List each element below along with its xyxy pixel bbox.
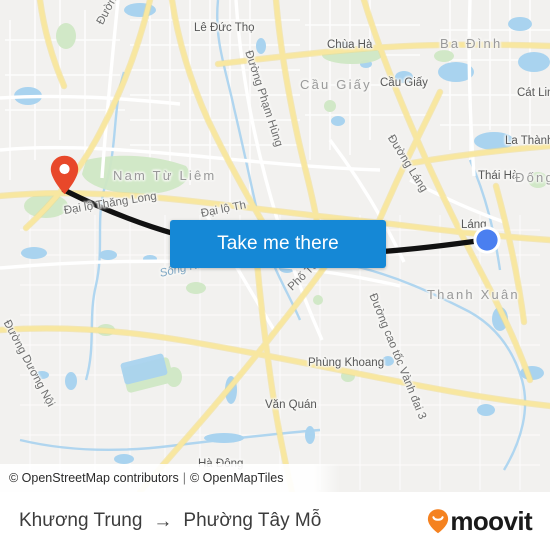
moovit-logo[interactable]: moovit [427, 506, 533, 536]
circle-dot-icon [473, 226, 501, 254]
attribution-openstreetmap[interactable]: © OpenStreetMap contributors [9, 471, 179, 485]
map-canvas[interactable]: .w { fill:none; stroke:#ffffff; } .y { f… [0, 0, 550, 492]
route-summary: Khương Trung → Phường Tây Mỗ [19, 510, 321, 532]
arrow-right-icon: → [153, 510, 173, 532]
map-screenshot: .w { fill:none; stroke:#ffffff; } .y { f… [0, 0, 550, 550]
map-pin-icon [50, 155, 79, 195]
footer-bar: Khương Trung → Phường Tây Mỗ moovit [0, 492, 550, 550]
destination-marker-dot[interactable] [472, 225, 502, 255]
origin-marker-pin[interactable] [50, 155, 79, 195]
attribution-openmaptiles[interactable]: © OpenMapTiles [190, 471, 284, 485]
take-me-there-button[interactable]: Take me there [170, 220, 386, 268]
route-destination-label: Phường Tây Mỗ [183, 510, 322, 531]
route-origin-label: Khương Trung [19, 510, 143, 531]
moovit-pin-icon [428, 509, 449, 534]
moovit-wordmark: moovit [450, 506, 532, 536]
